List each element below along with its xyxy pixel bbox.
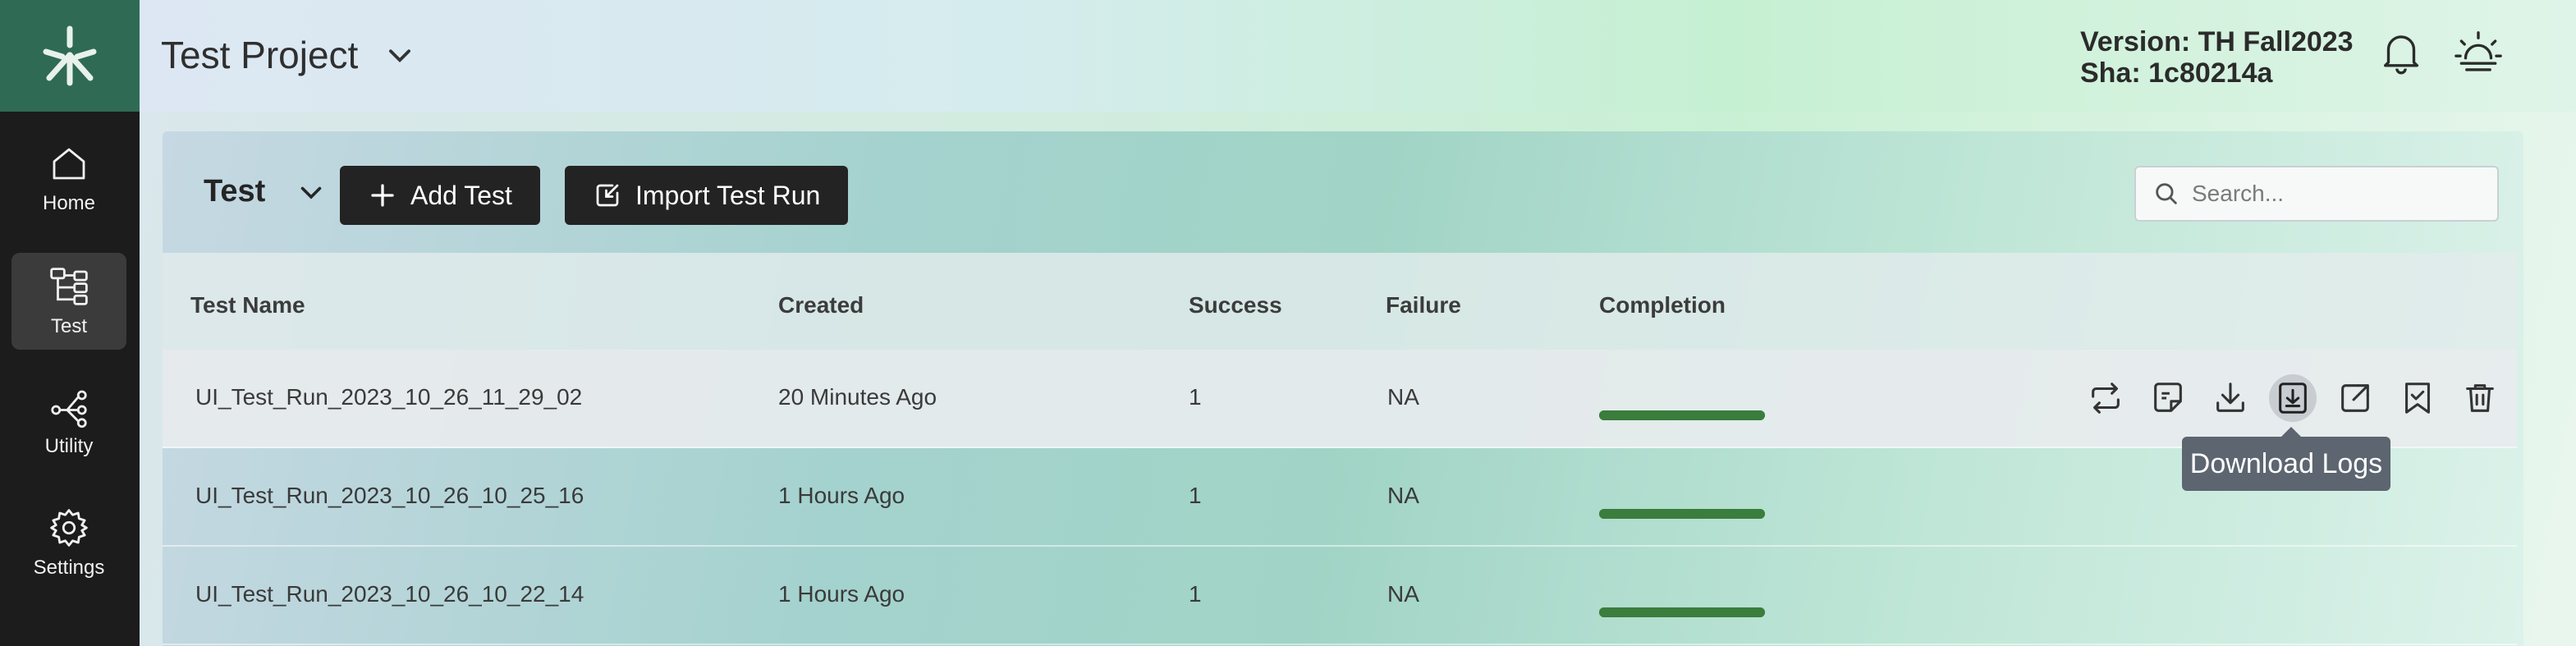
sidebar-item-label: Settings: [33, 557, 105, 579]
success-cell: 1: [1189, 384, 1202, 410]
search-placeholder: Search...: [2192, 181, 2285, 206]
column-header-completion[interactable]: Completion: [1599, 292, 1726, 318]
column-header-success[interactable]: Success: [1189, 292, 1282, 318]
sidebar-item-utility[interactable]: Utility: [11, 373, 126, 470]
view-report-button[interactable]: [2144, 374, 2192, 422]
table-row[interactable]: UI_Test_Run_2023_10_26_11_29_02 20 Minut…: [163, 350, 2517, 448]
sidebar-item-test[interactable]: Test: [11, 253, 126, 350]
share-nodes-icon: [51, 390, 87, 428]
sidebar-item-home[interactable]: Home: [11, 130, 126, 227]
progress-fill: [1599, 607, 1765, 617]
import-icon: [596, 184, 619, 207]
progress-fill: [1599, 410, 1765, 420]
plus-icon: [371, 184, 394, 207]
gear-icon: [50, 509, 88, 547]
sidebar-item-label: Utility: [44, 435, 94, 457]
test-name-cell[interactable]: UI_Test_Run_2023_10_26_10_25_16: [195, 483, 584, 509]
home-icon: [53, 148, 85, 180]
mark-reviewed-button[interactable]: [2394, 374, 2441, 422]
download-logs-icon: [2279, 383, 2307, 414]
version-text: Version: TH Fall2023: [2080, 26, 2354, 57]
sidebar-item-settings[interactable]: Settings: [11, 494, 126, 591]
external-link-icon: [2341, 384, 2369, 412]
project-name: Test Project: [161, 34, 359, 76]
project-selector[interactable]: Test Project: [161, 33, 415, 77]
download-logs-button[interactable]: [2269, 374, 2317, 422]
chevron-down-icon: [301, 186, 322, 199]
column-header-created[interactable]: Created: [778, 292, 864, 318]
open-external-button[interactable]: [2331, 374, 2379, 422]
created-cell: 1 Hours Ago: [778, 483, 905, 508]
completion-progress-bar: [1599, 607, 1765, 617]
column-header-test-name[interactable]: Test Name: [190, 292, 305, 318]
add-test-label: Add Test: [410, 180, 512, 210]
row-actions: [2082, 374, 2504, 422]
failure-cell: NA: [1387, 384, 1419, 410]
hierarchy-icon: [50, 268, 88, 305]
sidebar: Home Test Utility Settings: [0, 0, 140, 646]
rerun-button[interactable]: [2082, 374, 2129, 422]
sidebar-item-label: Home: [42, 192, 96, 214]
download-logs-tooltip: Download Logs: [2182, 427, 2390, 491]
table-row[interactable]: UI_Test_Run_2023_10_26_10_22_14 1 Hours …: [163, 547, 2517, 645]
sha-text: Sha: 1c80214a: [2080, 57, 2273, 89]
created-cell: 1 Hours Ago: [778, 581, 905, 607]
app-logo[interactable]: [0, 0, 140, 112]
import-test-run-label: Import Test Run: [635, 180, 821, 210]
download-icon: [2216, 383, 2244, 412]
test-name-cell[interactable]: UI_Test_Run_2023_10_26_10_22_14: [195, 581, 584, 607]
test-runs-panel: Test Add Test Import Test Run Search...: [163, 131, 2523, 646]
success-cell: 1: [1189, 483, 1202, 508]
trash-icon: [2466, 384, 2494, 412]
top-header: Test Project Version: TH Fall2023 Sha: 1…: [140, 0, 2576, 112]
failure-cell: NA: [1387, 581, 1419, 607]
notifications-button[interactable]: [2376, 26, 2427, 77]
failure-cell: NA: [1387, 483, 1419, 508]
version-info: Version: TH Fall2023 Sha: 1c80214a: [2080, 26, 2354, 89]
delete-button[interactable]: [2456, 374, 2504, 422]
add-test-button[interactable]: Add Test: [340, 166, 540, 225]
theme-toggle-button[interactable]: [2453, 26, 2504, 77]
completion-progress-bar: [1599, 410, 1765, 420]
file-icon: [2154, 383, 2182, 412]
bookmark-check-icon: [2405, 383, 2430, 414]
logo-icon: [43, 25, 97, 86]
chevron-down-icon: [389, 49, 411, 63]
created-cell: 20 Minutes Ago: [778, 384, 937, 410]
test-type-label: Test: [204, 174, 266, 208]
sunset-icon: [2455, 31, 2502, 71]
progress-fill: [1599, 509, 1765, 519]
test-name-cell[interactable]: UI_Test_Run_2023_10_26_11_29_02: [195, 384, 582, 410]
table-header: Test Name Created Success Failure Comple…: [163, 253, 2517, 350]
sidebar-item-label: Test: [50, 315, 87, 337]
search-input[interactable]: Search...: [2134, 166, 2499, 222]
search-icon: [2156, 183, 2177, 204]
table-row[interactable]: UI_Test_Run_2023_10_26_10_25_16 1 Hours …: [163, 448, 2517, 547]
import-test-run-button[interactable]: Import Test Run: [565, 166, 849, 225]
download-button[interactable]: [2207, 374, 2254, 422]
completion-progress-bar: [1599, 509, 1765, 519]
success-cell: 1: [1189, 581, 1202, 607]
test-type-selector[interactable]: Test: [204, 174, 326, 209]
column-header-failure[interactable]: Failure: [1386, 292, 1461, 318]
bell-icon: [2383, 35, 2419, 75]
repeat-icon: [2092, 383, 2120, 414]
